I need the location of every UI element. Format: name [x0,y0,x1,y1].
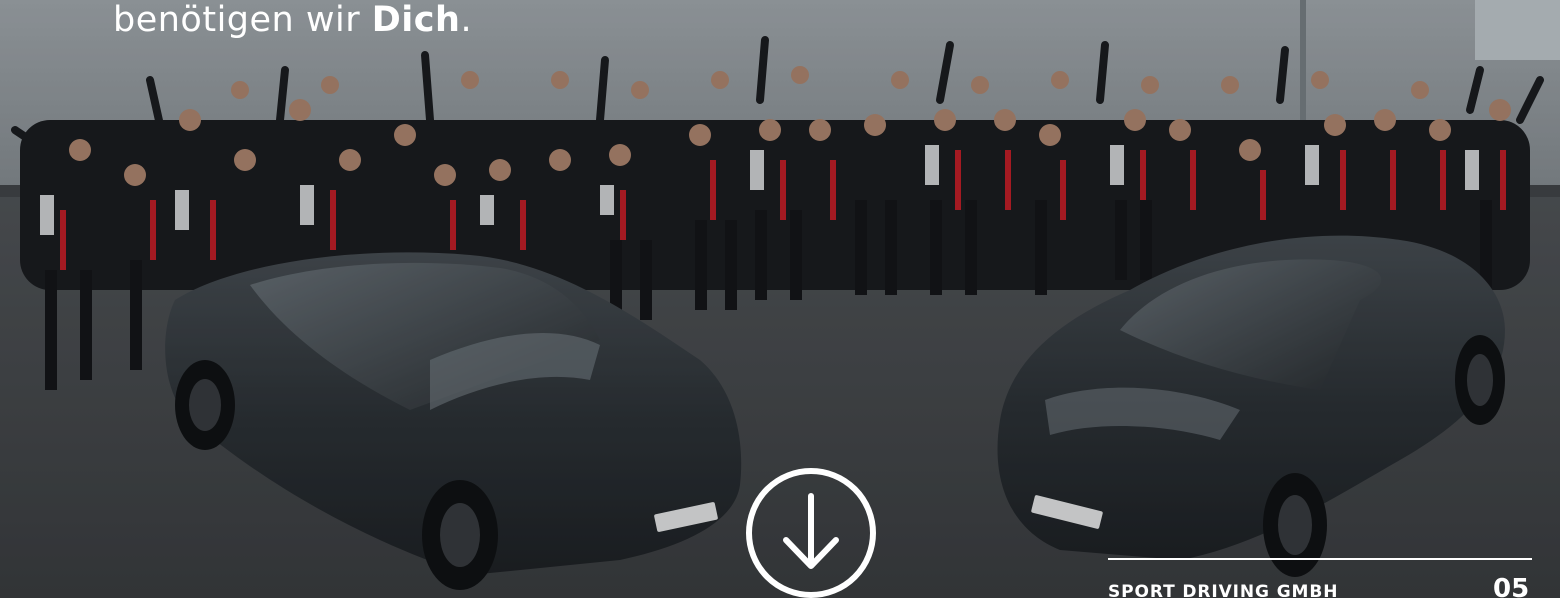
hero-headline: benötigen wir Dich. [113,0,472,42]
footer-divider [1108,558,1532,560]
headline-text: benötigen wir [113,0,372,40]
headline-emphasis: Dich [371,0,461,40]
scroll-down-button[interactable] [744,466,878,598]
footer-page-number: 05 [1493,574,1530,598]
arrow-down-circle-icon [746,468,876,598]
headline-punctuation: . [460,0,473,40]
hero-section: benötigen wir Dich. SPORT DRIVING GMBH 0… [0,0,1560,598]
footer-company-name: SPORT DRIVING GMBH [1108,582,1339,598]
